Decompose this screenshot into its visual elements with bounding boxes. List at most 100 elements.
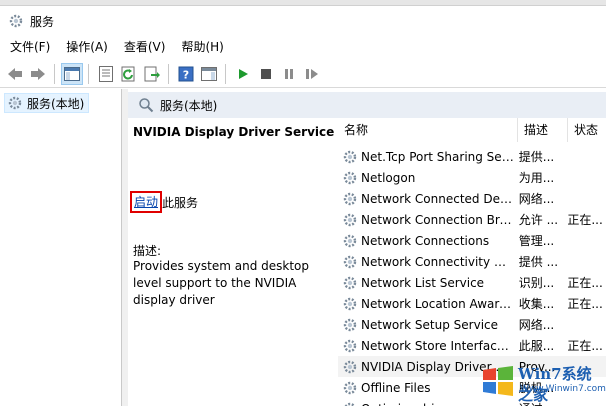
action-pane-button[interactable] — [198, 63, 220, 85]
service-row[interactable]: Network Store Interface ... 此服... 正在... — [338, 335, 606, 356]
properties-icon — [99, 65, 113, 82]
forward-button[interactable] — [27, 63, 49, 85]
export-list-icon — [144, 66, 160, 81]
back-button[interactable] — [4, 63, 26, 85]
service-row[interactable]: Network Connected Devi... 网络... — [338, 188, 606, 209]
svg-text:?: ? — [183, 68, 189, 81]
gear-icon — [342, 275, 358, 291]
service-row-description: 此服... — [518, 339, 555, 353]
tree-item-label: 服务(本地) — [27, 96, 85, 111]
service-row[interactable]: Netlogon 为用... — [338, 167, 606, 188]
gear-icon — [342, 359, 358, 375]
forward-arrow-icon — [31, 67, 45, 80]
service-row[interactable]: Network Connections 管理... — [338, 230, 606, 251]
stop-service-button[interactable] — [255, 63, 277, 85]
gear-icon — [342, 149, 358, 165]
service-row-name: Net.Tcp Port Sharing Ser... — [361, 149, 514, 164]
search-gear-icon — [139, 98, 154, 113]
service-row-description: 允许 ... — [518, 213, 559, 227]
properties-button[interactable] — [95, 63, 117, 85]
description-text: Provides system and desktop level suppor… — [133, 259, 309, 307]
help-icon: ? — [178, 66, 194, 81]
column-description[interactable]: 描述 — [518, 118, 568, 142]
watermark-url: Www.Winwin7.com — [520, 384, 606, 394]
windows-logo-icon — [483, 366, 513, 396]
service-row-name: Netlogon — [361, 170, 416, 185]
stop-service-icon — [261, 68, 271, 79]
gear-icon — [342, 212, 358, 228]
service-row[interactable]: Network Connection Bro... 允许 ... 正在... — [338, 209, 606, 230]
toolbar-separator — [54, 63, 55, 84]
start-service-button[interactable] — [232, 63, 254, 85]
gear-icon — [342, 338, 358, 354]
menu-help[interactable]: 帮助(H) — [175, 36, 229, 58]
gear-icon — [342, 296, 358, 312]
pane-header-title: 服务(本地) — [160, 98, 218, 113]
column-name[interactable]: 名称 — [338, 118, 518, 142]
start-service-suffix: 此服务 — [162, 195, 199, 210]
pause-service-button[interactable] — [278, 63, 300, 85]
gear-icon — [342, 170, 358, 186]
restart-service-button[interactable] — [301, 63, 323, 85]
service-row[interactable]: Network Connectivity Ass... 提供 ... — [338, 251, 606, 272]
service-row-name: Optimize drives — [361, 402, 514, 406]
export-list-button[interactable] — [141, 63, 163, 85]
service-row-status: 正在... — [567, 276, 603, 290]
description-label: 描述: — [133, 244, 162, 258]
help-button[interactable]: ? — [175, 63, 197, 85]
service-row-description: 网络... — [518, 318, 555, 332]
refresh-button[interactable] — [118, 63, 140, 85]
window-title: 服务 — [30, 14, 55, 29]
gear-icon — [8, 96, 22, 110]
list-header: ^ 名称 描述 状态 — [338, 118, 606, 142]
gear-icon — [342, 380, 358, 396]
service-row[interactable]: Network List Service 识别... 正在... — [338, 272, 606, 293]
menu-action[interactable]: 操作(A) — [60, 36, 114, 58]
menu-bar: 文件(F) 操作(A) 查看(V) 帮助(H) — [0, 36, 606, 58]
service-row-description: 识别... — [518, 276, 555, 290]
service-row-description: 管理... — [518, 234, 555, 248]
gear-icon — [342, 254, 358, 270]
service-row-status: 正在... — [567, 213, 603, 227]
gear-icon — [342, 401, 358, 406]
console-tree-pane: 服务(本地) — [0, 89, 122, 406]
menu-view[interactable]: 查看(V) — [118, 36, 172, 58]
menu-file[interactable]: 文件(F) — [4, 36, 56, 58]
service-row-description: 提供 ... — [518, 255, 559, 269]
service-row-status: 正在... — [567, 339, 603, 353]
service-row[interactable]: Network Setup Service 网络... — [338, 314, 606, 335]
pause-service-icon — [285, 68, 293, 79]
service-row-description: 提供... — [518, 150, 555, 164]
console-tree-icon — [64, 66, 80, 81]
toolbar-separator — [225, 63, 226, 84]
refresh-icon — [121, 66, 135, 81]
start-service-row: 启动 此服务 — [130, 191, 199, 213]
service-row-name: Network Connected Devi... — [361, 191, 514, 206]
service-row-name: Network Connection Bro... — [361, 212, 514, 227]
tree-item-services-local[interactable]: 服务(本地) — [4, 93, 90, 113]
start-service-link[interactable]: 启动 — [130, 191, 163, 213]
service-row[interactable]: Network Location Aware... 收集... 正在... — [338, 293, 606, 314]
pane-header: 服务(本地) — [128, 92, 606, 118]
restart-service-icon — [306, 68, 318, 79]
show-console-tree-button[interactable] — [61, 62, 83, 85]
service-detail: NVIDIA Display Driver Service 启动 此服务 描述:… — [128, 118, 335, 406]
service-row-status: 正在... — [567, 297, 603, 311]
service-name: NVIDIA Display Driver Service — [133, 125, 335, 139]
gear-icon — [342, 233, 358, 249]
gear-icon — [342, 191, 358, 207]
gear-icon — [9, 14, 23, 28]
watermark: Win7系统之家 Www.Winwin7.com — [480, 362, 606, 404]
service-row[interactable]: Net.Tcp Port Sharing Ser... 提供... — [338, 146, 606, 167]
service-row-description: 为用... — [518, 171, 555, 185]
title-bar: 服务 — [0, 6, 606, 36]
service-row-name: Network Location Aware... — [361, 296, 514, 311]
service-row-name: Network Connections — [361, 233, 490, 248]
service-row-name: Network Connectivity Ass... — [361, 254, 514, 269]
toolbar-separator — [88, 63, 89, 84]
toolbar: ? — [0, 60, 606, 88]
action-pane-icon — [201, 66, 217, 81]
column-status[interactable]: 状态 — [568, 118, 606, 142]
start-service-icon — [239, 68, 248, 79]
service-row-name: Network List Service — [361, 275, 485, 290]
